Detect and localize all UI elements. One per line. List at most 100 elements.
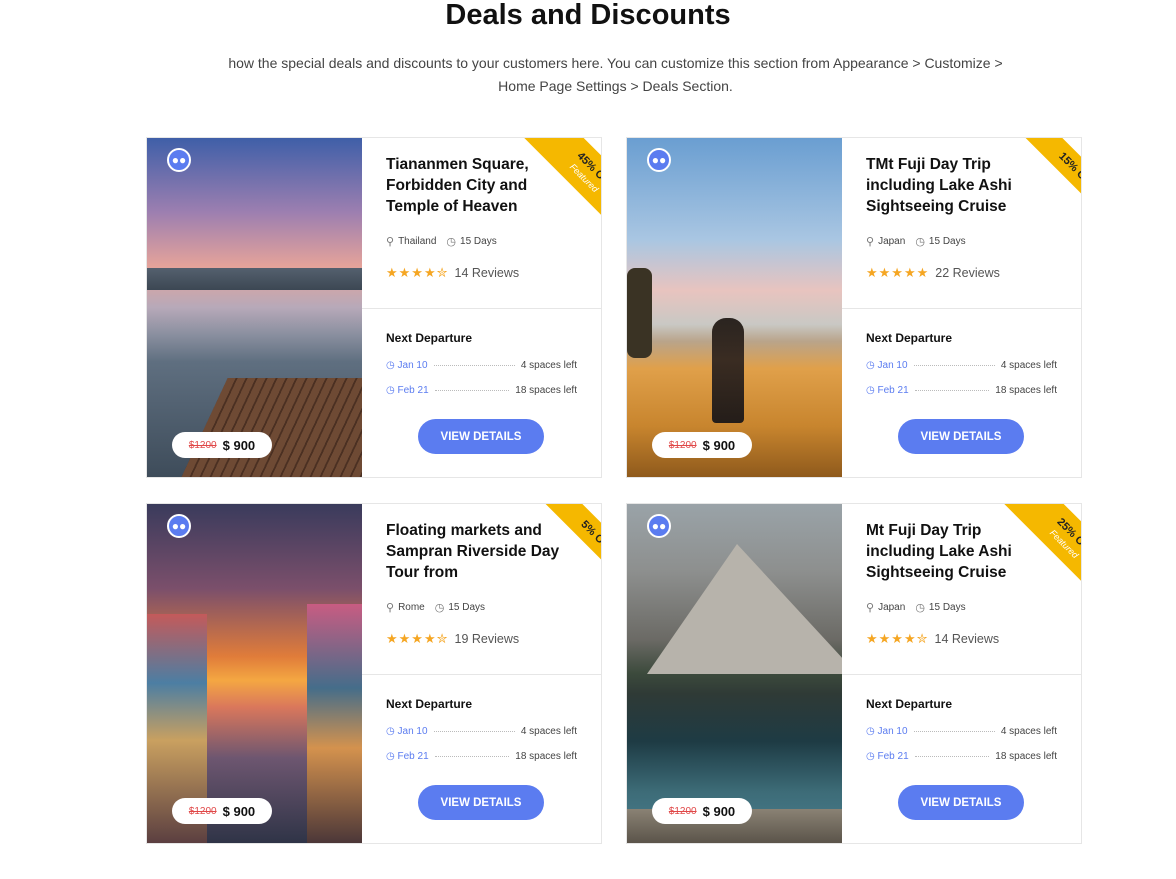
discount-ribbon: 25% Off Featured [986, 504, 1081, 599]
trip-meta: ⚲ Japan ◷ 15 Days [866, 601, 966, 614]
price-pill: $1200 $ 900 [172, 432, 272, 458]
trip-image[interactable]: ●● $1200 $ 900 [627, 504, 842, 843]
trip-image[interactable]: ●● $1200 $ 900 [147, 504, 362, 843]
reviews-count[interactable]: 14 Reviews [935, 632, 1000, 646]
trip-location: Rome [398, 602, 425, 613]
price-pill: $1200 $ 900 [172, 798, 272, 824]
departure-row[interactable]: ◷ Jan 10 4 spaces left [386, 358, 577, 372]
departure-row[interactable]: ◷ Feb 21 18 spaces left [386, 749, 577, 763]
group-icon: ●● [647, 148, 671, 172]
old-price: $1200 [188, 805, 217, 817]
departure-date: ◷ Jan 10 [866, 359, 908, 371]
trip-image[interactable]: ●● $1200 $ 900 [147, 138, 362, 477]
price: $ 900 [702, 437, 736, 453]
divider [362, 674, 601, 675]
rating: ★★★★✮ 19 Reviews [386, 631, 519, 647]
trip-meta: ⚲ Rome ◷ 15 Days [386, 601, 485, 614]
view-details-button[interactable]: VIEW DETAILS [418, 785, 544, 820]
trip-duration: 15 Days [460, 236, 497, 247]
trip-duration: 15 Days [928, 236, 966, 247]
next-departure-label: Next Departure [866, 331, 953, 345]
rating: ★★★★★ 22 Reviews [866, 265, 1000, 281]
reviews-count[interactable]: 22 Reviews [935, 266, 1000, 280]
spaces-left: 4 spaces left [520, 359, 577, 371]
star-icon: ★★★★✮ [386, 265, 449, 280]
view-details-button[interactable]: VIEW DETAILS [418, 419, 544, 454]
price: $ 900 [222, 437, 256, 453]
view-details-button[interactable]: VIEW DETAILS [898, 785, 1024, 820]
group-icon: ●● [647, 514, 671, 538]
departure-date: ◷ Jan 10 [866, 725, 908, 737]
old-price: $1200 [668, 805, 697, 817]
spaces-left: 4 spaces left [1000, 359, 1057, 371]
star-icon: ★★★★✮ [386, 631, 449, 646]
price: $ 900 [222, 803, 256, 819]
trip-duration: 15 Days [448, 602, 486, 613]
discount-label: 15% Off [1056, 149, 1081, 188]
spaces-left: 4 spaces left [520, 725, 577, 737]
trip-image[interactable]: ●● $1200 $ 900 [627, 138, 842, 477]
spaces-left: 4 spaces left [1000, 725, 1057, 737]
next-departure-label: Next Departure [866, 697, 953, 711]
rating: ★★★★✮ 14 Reviews [866, 631, 999, 647]
departure-date: ◷ Feb 21 [386, 384, 429, 396]
deal-card[interactable]: ●● $1200 $ 900 Floating markets and Samp… [146, 503, 602, 844]
clock-icon: ◷ [446, 236, 457, 248]
reviews-count[interactable]: 19 Reviews [455, 632, 520, 646]
spaces-left: 18 spaces left [995, 750, 1057, 762]
divider [842, 308, 1081, 309]
departure-row[interactable]: ◷ Jan 10 4 spaces left [386, 724, 577, 738]
spaces-left: 18 spaces left [995, 384, 1057, 396]
departure-row[interactable]: ◷ Feb 21 18 spaces left [866, 749, 1057, 763]
trip-location: Japan [878, 236, 906, 247]
clock-icon: ◷ [915, 236, 925, 248]
clock-icon: ◷ [915, 602, 925, 614]
discount-ribbon: 5% Off [506, 504, 601, 599]
price-pill: $1200 $ 900 [652, 432, 752, 458]
discount-ribbon: 45% Off Featured [506, 138, 601, 233]
deal-card[interactable]: ●● $1200 $ 900 TMt Fuji Day Trip includi… [626, 137, 1082, 478]
section-description: how the special deals and discounts to y… [228, 55, 1003, 94]
next-departure-label: Next Departure [386, 697, 473, 711]
spaces-left: 18 spaces left [515, 384, 577, 396]
map-marker-icon: ⚲ [866, 602, 875, 614]
spaces-left: 18 spaces left [515, 750, 577, 762]
trip-meta: ⚲ Thailand ◷ 15 Days [386, 235, 497, 248]
departure-date: ◷ Feb 21 [386, 750, 429, 762]
clock-icon: ◷ [434, 602, 445, 614]
old-price: $1200 [188, 439, 217, 451]
departure-row[interactable]: ◷ Feb 21 18 spaces left [386, 383, 577, 397]
section-title: Deals and Discounts [445, 0, 731, 31]
map-marker-icon: ⚲ [386, 602, 395, 614]
old-price: $1200 [668, 439, 697, 451]
deal-card[interactable]: ●● $1200 $ 900 Tiananmen Square, Forbidd… [146, 137, 602, 478]
star-icon: ★★★★✮ [866, 631, 929, 646]
view-details-button[interactable]: VIEW DETAILS [898, 419, 1024, 454]
departure-row[interactable]: ◷ Jan 10 4 spaces left [866, 724, 1057, 738]
group-icon: ●● [167, 148, 191, 172]
trip-meta: ⚲ Japan ◷ 15 Days [866, 235, 966, 248]
divider [362, 308, 601, 309]
discount-label: 5% Off [578, 518, 601, 552]
departure-date: ◷ Feb 21 [866, 384, 909, 396]
departure-row[interactable]: ◷ Jan 10 4 spaces left [866, 358, 1057, 372]
map-marker-icon: ⚲ [386, 236, 395, 248]
map-marker-icon: ⚲ [866, 236, 875, 248]
departure-date: ◷ Feb 21 [866, 750, 909, 762]
divider [842, 674, 1081, 675]
discount-ribbon: 15% Off [986, 138, 1081, 233]
star-icon: ★★★★★ [866, 265, 930, 280]
trip-duration: 15 Days [928, 602, 966, 613]
price: $ 900 [702, 803, 736, 819]
reviews-count[interactable]: 14 Reviews [455, 266, 520, 280]
trip-location: Thailand [398, 236, 437, 247]
deal-card[interactable]: ●● $1200 $ 900 Mt Fuji Day Trip includin… [626, 503, 1082, 844]
departure-date: ◷ Jan 10 [386, 725, 428, 737]
next-departure-label: Next Departure [386, 331, 473, 345]
trip-location: Japan [878, 602, 906, 613]
departure-row[interactable]: ◷ Feb 21 18 spaces left [866, 383, 1057, 397]
departure-date: ◷ Jan 10 [386, 359, 428, 371]
group-icon: ●● [167, 514, 191, 538]
rating: ★★★★✮ 14 Reviews [386, 265, 519, 281]
price-pill: $1200 $ 900 [652, 798, 752, 824]
